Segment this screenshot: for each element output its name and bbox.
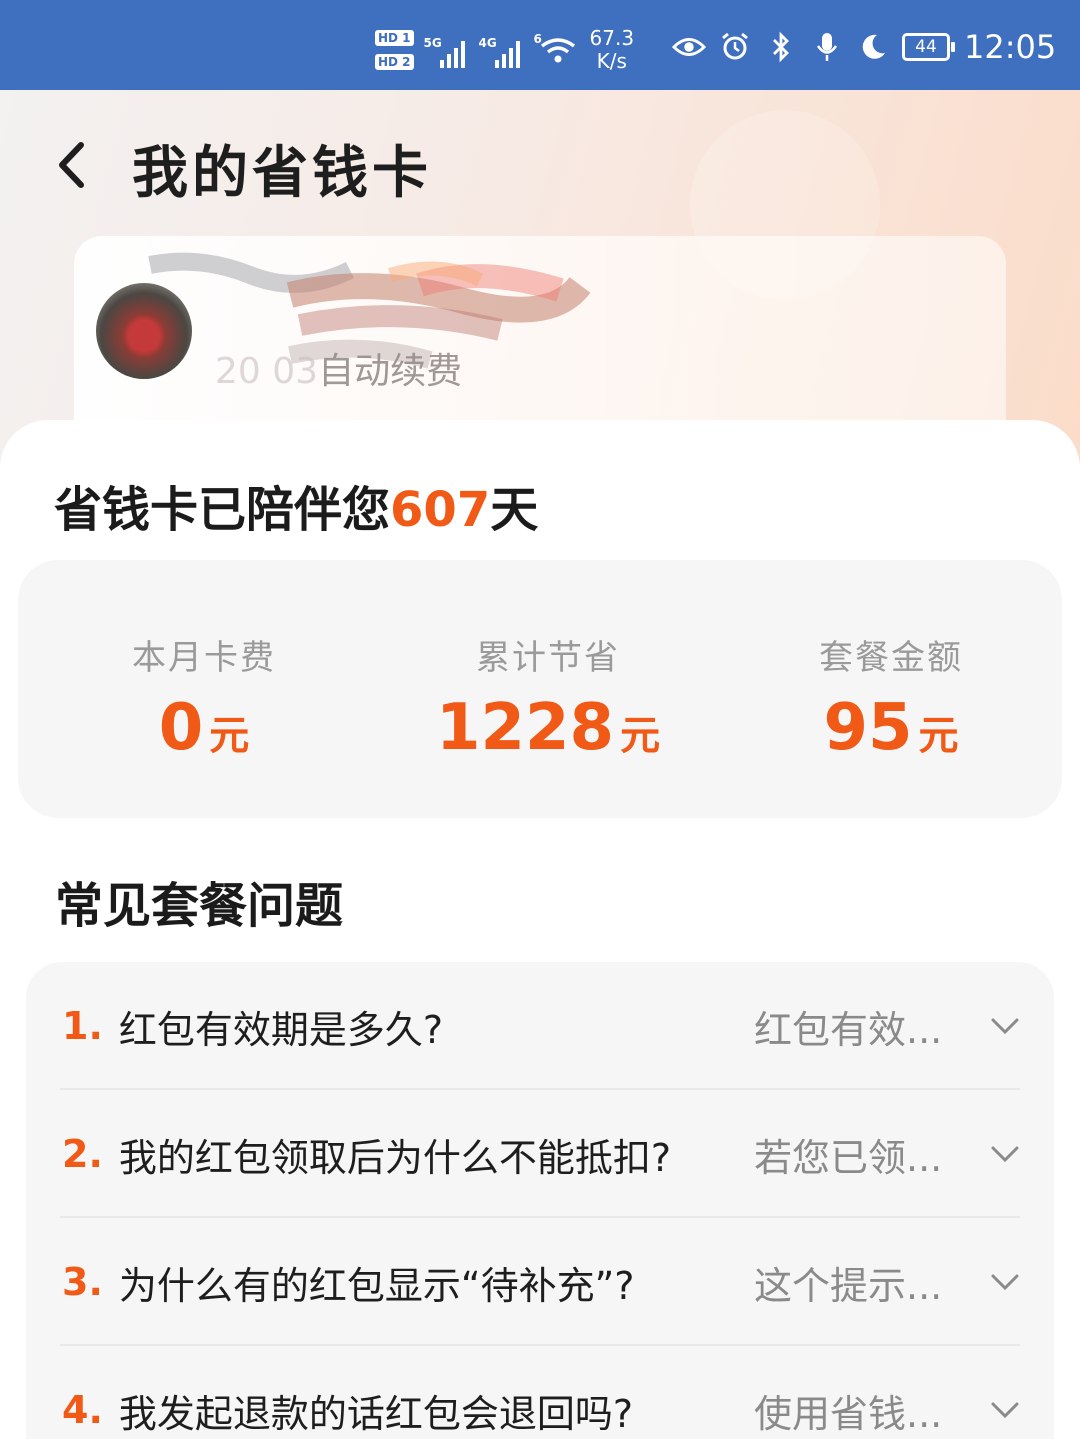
clock: 12:05 (964, 28, 1057, 66)
faq-question: 我的红包领取后为什么不能抵扣? (118, 1135, 672, 1180)
companion-days-heading: 省钱卡已陪伴您607天 (54, 482, 539, 538)
page-title: 我的省钱卡 (132, 141, 432, 206)
net-speed: 67.3 K/s (589, 26, 635, 73)
auto-renew-info: 20 03自动续费 (215, 351, 463, 392)
faq-item[interactable]: 4. 我发起退款的话红包会退回吗? 使用省钱... (62, 1346, 1022, 1439)
faq-item[interactable]: 1. 红包有效期是多久? 红包有效... (62, 962, 1022, 1090)
faq-section-title: 常见套餐问题 (55, 878, 344, 934)
faq-answer-preview: 红包有效... (754, 1007, 943, 1052)
stat-plan-amount: 套餐金额 95 元 (819, 638, 963, 765)
faq-question: 为什么有的红包显示“待补充”? (118, 1263, 635, 1308)
moon-icon (856, 30, 890, 64)
faq-question: 我发起退款的话红包会退回吗? (118, 1391, 634, 1436)
chevron-down-icon (991, 1146, 1019, 1163)
cell-signal-2-icon: 4G (479, 32, 520, 68)
bluetooth-icon (764, 30, 798, 64)
stat-total-saved: 累计节省 1228 元 (435, 638, 661, 765)
chevron-down-icon (991, 1274, 1019, 1291)
faq-answer-preview: 若您已领... (754, 1135, 943, 1180)
chevron-down-icon (991, 1018, 1019, 1035)
faq-divider (60, 1088, 1020, 1090)
wifi-icon: 6 (534, 32, 578, 68)
mic-icon (810, 30, 844, 64)
faq-question: 红包有效期是多久? (118, 1007, 444, 1052)
chevron-down-icon (991, 1402, 1019, 1419)
cell-signal-1-icon: 5G (424, 32, 465, 68)
faq-answer-preview: 使用省钱... (754, 1391, 943, 1436)
back-button[interactable] (48, 130, 98, 200)
status-bar: HD 1 HD 2 5G 4G 6 67.3 K/s 44 12:05 (0, 0, 1080, 90)
faq-answer-preview: 这个提示... (754, 1263, 943, 1308)
stat-monthly-fee: 本月卡费 0元 (132, 638, 276, 765)
faq-item[interactable]: 3. 为什么有的红包显示“待补充”? 这个提示... (62, 1218, 1022, 1346)
back-icon (59, 142, 84, 188)
hd-badge-1: HD 1 (375, 30, 414, 46)
faq-divider (60, 1344, 1020, 1346)
eye-icon (672, 30, 706, 64)
stats-panel: 本月卡费 0元 累计节省 1228 元 套餐金额 95 元 (18, 560, 1062, 818)
faq-item[interactable]: 2. 我的红包领取后为什么不能抵扣? 若您已领... (62, 1090, 1022, 1218)
faq-divider (60, 1216, 1020, 1218)
hd-badge-2: HD 2 (375, 54, 414, 70)
alarm-icon (718, 30, 752, 64)
battery-indicator: 44 (902, 33, 955, 61)
faq-list: 1. 红包有效期是多久? 红包有效... 2. 我的红包领取后为什么不能抵扣? 若您… (26, 962, 1054, 1439)
